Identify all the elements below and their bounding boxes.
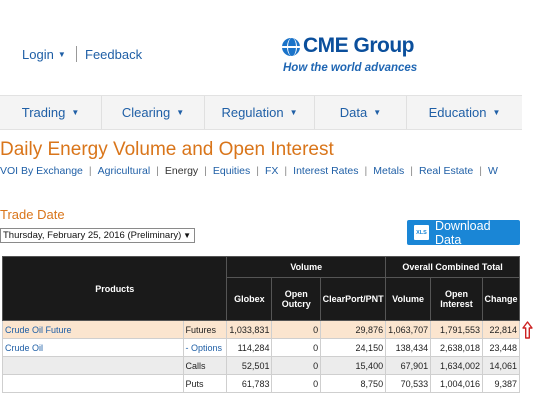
header-open-outcry: Open Outcry (271, 277, 322, 321)
nav-item-data[interactable]: Data ▼ (315, 96, 407, 129)
subnav-item-weather[interactable]: W (488, 165, 498, 177)
subnav-item-voi-by-exchange[interactable]: VOI By Exchange (0, 165, 83, 177)
product-type: Calls (182, 356, 228, 375)
subnav-divider: | (156, 165, 159, 177)
cell-open-interest: 1,004,016 (430, 374, 483, 393)
tagline: How the world advances (283, 62, 418, 74)
volume-oi-table: Products Volume Overall Combined Total G… (1, 256, 520, 393)
subnav-divider: | (410, 165, 413, 177)
nav-item-label: Trading (21, 105, 66, 120)
subnav-divider: | (88, 165, 92, 177)
globe-icon (282, 38, 300, 56)
cell-clearport: 24,150 (320, 338, 387, 357)
cell-volume: 67,901 (385, 356, 432, 375)
subnav-item-interest-rates[interactable]: Interest Rates (293, 165, 358, 177)
trade-date-label: Trade Date (0, 207, 65, 222)
chevron-down-icon: ▼ (289, 108, 298, 117)
cell-globex: 52,501 (226, 356, 273, 375)
product-type: Puts (182, 374, 228, 393)
cell-volume: 138,434 (385, 338, 432, 357)
subnav-item-metals[interactable]: Metals (373, 165, 404, 177)
top-header: Login ▼ Feedback CME Group How the world … (0, 0, 550, 95)
subnav-item-energy[interactable]: Energy (165, 165, 198, 177)
login-menu[interactable]: Login ▼ (22, 47, 66, 62)
subnav-divider: | (479, 165, 482, 177)
cell-clearport: 29,876 (320, 320, 387, 339)
cell-open-interest: 2,638,018 (430, 338, 483, 357)
cell-open-interest: 1,634,002 (430, 356, 483, 375)
cme-logo[interactable]: CME Group How the world advances (282, 34, 432, 80)
cell-change: 14,061 (482, 356, 520, 375)
login-label: Login (22, 47, 54, 62)
table-row: Puts 61,783 0 8,750 70,533 1,004,016 9,3… (2, 374, 520, 393)
dropdown-arrow-icon: ▼ (183, 231, 191, 240)
header-volume: Volume (385, 277, 432, 321)
cell-open-outcry: 0 (271, 374, 322, 393)
cell-globex: 61,783 (226, 374, 273, 393)
cell-globex: 1,033,831 (226, 320, 273, 339)
chevron-down-icon: ▼ (57, 50, 66, 59)
product-link[interactable]: Crude Oil Future (2, 320, 184, 339)
cell-change: 22,814 (482, 320, 520, 339)
subnav-divider: | (256, 165, 259, 177)
nav-item-label: Education (428, 105, 487, 120)
chevron-down-icon: ▼ (71, 108, 80, 117)
cell-open-outcry: 0 (271, 356, 322, 375)
nav-item-education[interactable]: Education ▼ (407, 96, 522, 129)
header-clearport: ClearPort/PNT (320, 277, 387, 321)
product-cell-empty (2, 356, 184, 375)
logo-text: CME Group (303, 34, 415, 57)
main-nav: Trading ▼ Clearing ▼ Regulation ▼ Data ▼ Edu… (0, 95, 522, 130)
cell-change: 9,387 (482, 374, 520, 393)
cell-globex: 114,284 (226, 338, 273, 357)
cell-clearport: 8,750 (320, 374, 387, 393)
chevron-down-icon: ▼ (176, 108, 185, 117)
chevron-down-icon: ▼ (492, 108, 501, 117)
table-row: Calls 52,501 0 15,400 67,901 1,634,002 1… (2, 356, 520, 375)
header-group-overall-combined: Overall Combined Total (385, 256, 520, 278)
nav-item-regulation[interactable]: Regulation ▼ (205, 96, 315, 129)
options-toggle[interactable]: - Options (182, 338, 228, 357)
subnav-divider: | (364, 165, 368, 177)
nav-item-label: Regulation (221, 105, 284, 120)
download-label: Download Data (434, 218, 491, 247)
product-type: Futures (182, 320, 228, 339)
header-open-interest: Open Interest (430, 277, 483, 321)
nav-item-label: Data (339, 105, 368, 120)
cell-change: 23,448 (482, 338, 520, 357)
xls-file-icon: XLS (414, 225, 429, 240)
header-globex: Globex (226, 277, 273, 321)
nav-item-clearing[interactable]: Clearing ▼ (102, 96, 205, 129)
cell-clearport: 15,400 (320, 356, 387, 375)
header-divider (76, 46, 77, 62)
nav-item-label: Clearing (121, 105, 171, 120)
header-group-volume: Volume (226, 256, 387, 278)
trade-date-select[interactable]: Thursday, February 25, 2016 (Preliminary… (0, 228, 195, 243)
nav-item-trading[interactable]: Trading ▼ (0, 96, 102, 129)
header-products: Products (1, 256, 228, 321)
subnav-divider: | (204, 165, 207, 177)
table-row: Crude Oil Future Futures 1,033,831 0 29,… (2, 320, 520, 339)
product-cell-empty (2, 374, 184, 393)
cell-open-interest: 1,791,553 (430, 320, 483, 339)
subnav-item-equities[interactable]: Equities (213, 165, 250, 177)
cell-open-outcry: 0 (271, 338, 322, 357)
up-arrow-icon (522, 321, 533, 339)
product-link[interactable]: Crude Oil (2, 338, 184, 357)
chevron-down-icon: ▼ (373, 108, 382, 117)
subnav-item-agricultural[interactable]: Agricultural (98, 165, 151, 177)
download-data-button[interactable]: XLS Download Data (407, 218, 520, 247)
table-row: Crude Oil - Options 114,284 0 24,150 138… (2, 338, 520, 357)
subnav-item-real-estate[interactable]: Real Estate (419, 165, 473, 177)
subnav-divider: | (284, 165, 288, 177)
feedback-link[interactable]: Feedback (85, 47, 142, 62)
category-subnav: VOI By Exchange | Agricultural | Energy | Equi… (0, 165, 524, 177)
trade-date-value: Thursday, February 25, 2016 (Preliminary… (3, 230, 182, 241)
header-change: Change (482, 277, 520, 321)
subnav-item-fx[interactable]: FX (265, 165, 278, 177)
page-title: Daily Energy Volume and Open Interest (0, 139, 334, 160)
cell-open-outcry: 0 (271, 320, 322, 339)
cell-volume: 1,063,707 (385, 320, 432, 339)
cell-volume: 70,533 (385, 374, 432, 393)
